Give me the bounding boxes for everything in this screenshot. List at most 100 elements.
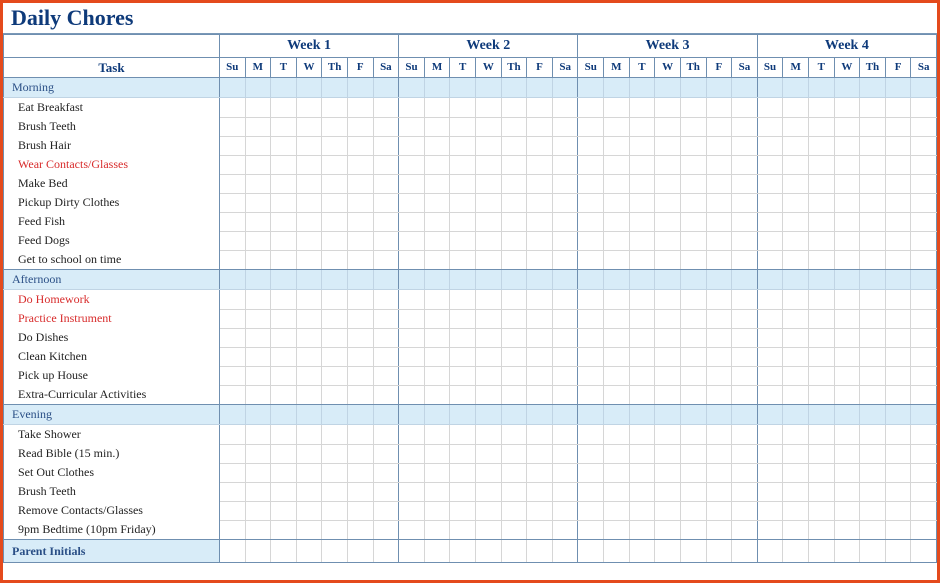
grid-cell <box>219 250 245 270</box>
grid-cell <box>450 136 476 155</box>
grid-cell <box>552 520 578 540</box>
grid-cell <box>322 117 348 136</box>
grid-cell <box>450 117 476 136</box>
grid-cell <box>476 309 502 328</box>
grid-cell <box>501 405 527 425</box>
grid-cell <box>757 212 783 231</box>
day-header-row: TaskSuMTWThFSaSuMTWThFSaSuMTWThFSaSuMTWT… <box>4 58 937 78</box>
grid-cell <box>373 270 399 290</box>
grid-cell <box>347 193 373 212</box>
grid-cell <box>347 501 373 520</box>
grid-cell <box>885 98 911 118</box>
grid-cell <box>757 309 783 328</box>
parent-initials-row: Parent Initials <box>4 540 937 563</box>
grid-cell <box>578 78 604 98</box>
grid-cell <box>911 136 937 155</box>
grid-cell <box>219 98 245 118</box>
grid-cell <box>424 385 450 405</box>
grid-cell <box>271 212 297 231</box>
week-header: Week 3 <box>578 35 757 58</box>
grid-cell <box>655 270 681 290</box>
grid-cell <box>911 540 937 563</box>
grid-cell <box>604 482 630 501</box>
grid-cell <box>527 155 553 174</box>
grid-cell <box>399 444 425 463</box>
task-row: Pick up House <box>4 366 937 385</box>
grid-cell <box>424 117 450 136</box>
grid-cell <box>629 290 655 310</box>
grid-cell <box>757 136 783 155</box>
grid-cell <box>655 482 681 501</box>
grid-cell <box>757 78 783 98</box>
grid-cell <box>629 78 655 98</box>
grid-cell <box>680 231 706 250</box>
grid-cell <box>604 117 630 136</box>
grid-cell <box>757 290 783 310</box>
grid-cell <box>552 328 578 347</box>
grid-cell <box>322 136 348 155</box>
grid-cell <box>578 463 604 482</box>
grid-cell <box>476 425 502 445</box>
grid-cell <box>578 405 604 425</box>
grid-cell <box>347 98 373 118</box>
grid-cell <box>450 231 476 250</box>
grid-cell <box>501 290 527 310</box>
section-row: Afternoon <box>4 270 937 290</box>
grid-cell <box>245 117 271 136</box>
day-header: Su <box>219 58 245 78</box>
task-label: 9pm Bedtime (10pm Friday) <box>4 520 220 540</box>
grid-cell <box>245 328 271 347</box>
day-header: Sa <box>373 58 399 78</box>
grid-cell <box>476 78 502 98</box>
day-header: W <box>834 58 860 78</box>
grid-cell <box>347 425 373 445</box>
grid-cell <box>424 231 450 250</box>
grid-cell <box>706 270 732 290</box>
task-column-header: Task <box>4 58 220 78</box>
grid-cell <box>245 155 271 174</box>
grid-cell <box>885 328 911 347</box>
task-row: Extra-Curricular Activities <box>4 385 937 405</box>
grid-cell <box>219 540 245 563</box>
grid-cell <box>424 405 450 425</box>
grid-cell <box>552 482 578 501</box>
grid-cell <box>680 212 706 231</box>
grid-cell <box>911 98 937 118</box>
grid-cell <box>527 520 553 540</box>
grid-cell <box>680 136 706 155</box>
grid-cell <box>783 155 809 174</box>
grid-cell <box>655 212 681 231</box>
grid-cell <box>860 482 886 501</box>
grid-cell <box>527 174 553 193</box>
grid-cell <box>271 366 297 385</box>
grid-cell <box>860 405 886 425</box>
day-header: F <box>347 58 373 78</box>
task-label: Brush Teeth <box>4 482 220 501</box>
grid-cell <box>680 117 706 136</box>
grid-cell <box>604 136 630 155</box>
grid-cell <box>501 501 527 520</box>
grid-cell <box>885 540 911 563</box>
grid-cell <box>322 174 348 193</box>
grid-cell <box>476 328 502 347</box>
grid-cell <box>706 385 732 405</box>
grid-cell <box>885 231 911 250</box>
grid-cell <box>552 250 578 270</box>
grid-cell <box>655 98 681 118</box>
grid-cell <box>885 290 911 310</box>
grid-cell <box>245 193 271 212</box>
grid-cell <box>424 444 450 463</box>
grid-cell <box>373 385 399 405</box>
grid-cell <box>450 78 476 98</box>
grid-cell <box>450 155 476 174</box>
grid-cell <box>757 193 783 212</box>
grid-cell <box>757 425 783 445</box>
grid-cell <box>860 366 886 385</box>
day-header: Th <box>322 58 348 78</box>
day-header: M <box>604 58 630 78</box>
grid-cell <box>245 290 271 310</box>
grid-cell <box>501 425 527 445</box>
grid-cell <box>271 136 297 155</box>
grid-cell <box>450 347 476 366</box>
grid-cell <box>578 193 604 212</box>
